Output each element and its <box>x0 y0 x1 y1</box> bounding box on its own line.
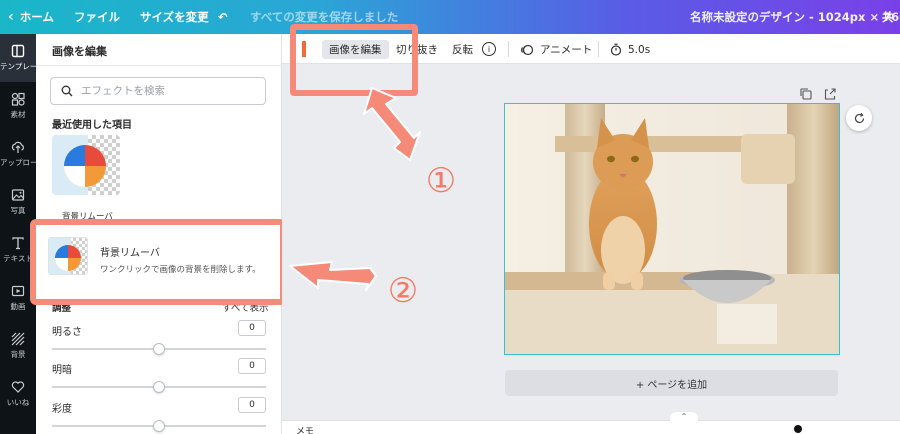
selected-photo[interactable] <box>504 103 840 355</box>
background-remover-effect-card[interactable]: 背景リムーバ ワンクリックで画像の背景を削除します。 <box>30 219 286 305</box>
elements-icon <box>11 92 25 106</box>
share-button[interactable]: 共 <box>882 0 894 34</box>
effect-title: 背景リムーバ <box>100 248 160 259</box>
duration-label: 5.0s <box>628 43 651 56</box>
refresh-icon <box>854 112 864 123</box>
effect-search[interactable] <box>50 77 266 105</box>
upload-icon <box>11 141 24 153</box>
duplicate-page-icon[interactable] <box>799 87 813 101</box>
timeline-dot <box>794 425 802 433</box>
home-label: ホーム <box>19 10 54 24</box>
search-input[interactable] <box>81 85 251 97</box>
recent-heading: 最近使用した項目 <box>52 120 132 131</box>
cat-photo <box>505 104 839 354</box>
nav-item-elements[interactable]: 素材 <box>0 82 36 130</box>
undo-icon[interactable]: ↶ <box>218 0 228 34</box>
effect-description: ワンクリックで画像の背景を削除します。 <box>100 265 261 275</box>
slider-label: 彩度 <box>52 404 72 415</box>
file-menu[interactable]: ファイル <box>74 0 120 34</box>
highlight-box-edit-image <box>290 24 418 96</box>
nav-item-likes[interactable]: いいね <box>0 370 36 418</box>
brightness-slider-row: 明るさ 0 <box>52 320 266 359</box>
video-icon <box>11 285 25 297</box>
notes-button[interactable]: メモ <box>296 424 314 434</box>
resize-button[interactable]: サイズを変更 <box>140 0 209 34</box>
beach-ball-image <box>49 238 87 274</box>
add-page-button[interactable]: + ページを追加 <box>505 370 838 396</box>
nav-item-template[interactable]: テンプレート <box>0 34 36 82</box>
recent-effect-thumbnail[interactable] <box>52 135 120 195</box>
animate-button[interactable]: アニメート <box>520 40 592 59</box>
contrast-slider-row: 明暗 0 <box>52 358 266 397</box>
bottom-bar: メモ ⌃ <box>282 412 900 434</box>
nav-label: アップロード <box>0 158 36 167</box>
nav-item-upload[interactable]: アップロード <box>0 130 36 178</box>
search-icon <box>61 85 73 97</box>
refresh-button[interactable] <box>846 105 872 131</box>
share-page-icon[interactable] <box>823 87 837 101</box>
nav-item-background[interactable]: 背景 <box>0 322 36 370</box>
slider-label: 明暗 <box>52 365 72 376</box>
slider-handle[interactable] <box>153 381 165 393</box>
nav-item-photos[interactable]: 写真 <box>0 178 36 226</box>
slider-label: 明るさ <box>52 327 82 338</box>
beach-ball-image <box>52 135 120 195</box>
stopwatch-icon <box>610 43 622 56</box>
background-icon <box>11 332 25 346</box>
nav-label: テンプレート <box>0 62 36 71</box>
step-2-marker: ② <box>387 271 419 311</box>
nav-label: 背景 <box>10 350 26 359</box>
info-icon[interactable]: i <box>482 42 496 56</box>
slider-value-input[interactable]: 0 <box>238 397 266 413</box>
toolbar-divider <box>508 41 509 57</box>
template-icon <box>11 44 25 58</box>
chevron-up-icon[interactable]: ⌃ <box>670 412 698 422</box>
nav-label: 素材 <box>10 110 26 119</box>
effect-thumbnail <box>48 237 88 275</box>
duration-button[interactable]: 5.0s <box>610 40 650 59</box>
panel-divider <box>36 65 282 66</box>
panel-title: 画像を編集 <box>52 45 107 58</box>
slider-handle[interactable] <box>153 343 165 355</box>
photo-icon <box>11 189 25 201</box>
heart-icon <box>11 381 25 393</box>
document-title[interactable]: 名称未設定のデザイン - 1024px × 768px <box>690 0 900 34</box>
saturation-slider-row: 彩度 0 <box>52 397 266 434</box>
toolbar-divider <box>598 41 599 57</box>
slider-value-input[interactable]: 0 <box>238 320 266 336</box>
nav-label: いいね <box>6 398 30 407</box>
text-icon <box>12 237 24 250</box>
top-bar: ‹ ホーム ファイル サイズを変更 ↶ すべての変更を保存しました 名称未設定の… <box>0 0 900 34</box>
home-button[interactable]: ‹ ホーム <box>8 0 54 34</box>
animate-icon <box>521 44 534 55</box>
slider-value-input[interactable]: 0 <box>238 358 266 374</box>
slider-handle[interactable] <box>153 420 165 432</box>
animate-label: アニメート <box>540 44 593 56</box>
chevron-left-icon: ‹ <box>8 9 14 25</box>
flip-button[interactable]: 反転 <box>452 40 473 59</box>
nav-label: 写真 <box>10 206 26 215</box>
step-1-marker: ① <box>425 161 457 201</box>
